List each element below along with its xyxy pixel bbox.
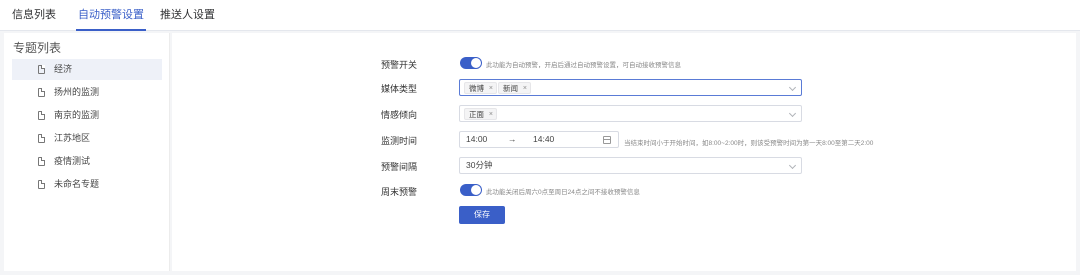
interval-select[interactable]: 30分钟 <box>459 157 802 174</box>
sidebar-item-label: 未命名专题 <box>54 179 100 189</box>
time-end: 14:40 <box>533 134 555 144</box>
time-separator: → <box>508 134 517 144</box>
tab-bar: 信息列表 自动预警设置 推送人设置 <box>0 0 1080 31</box>
topic-sidebar: 专题列表 经济 扬州的监测 南京的监测 江苏地区 疫情测试 未命名专题 <box>4 33 170 271</box>
active-tab-indicator <box>76 29 146 31</box>
weekend-alert-toggle[interactable] <box>460 184 482 196</box>
sidebar-item-untitled[interactable]: 未命名专题 <box>12 174 162 195</box>
sidebar-item-label: 经济 <box>54 64 73 74</box>
tab-label: 自动预警设置 <box>78 9 144 21</box>
sidebar-title: 专题列表 <box>13 41 62 55</box>
media-type-select[interactable]: 微博 × 新闻 × <box>459 79 802 96</box>
chevron-down-icon <box>788 161 797 170</box>
sentiment-select[interactable]: 正面 × <box>459 105 802 122</box>
sidebar-item-epidemic-test[interactable]: 疫情测试 <box>12 151 162 172</box>
calendar-icon <box>603 136 611 144</box>
tag-text: 正面 <box>469 110 484 119</box>
document-icon <box>38 88 45 97</box>
close-icon[interactable]: × <box>523 83 527 95</box>
switch-knob <box>471 58 481 68</box>
sidebar-item-label: 扬州的监测 <box>54 87 100 97</box>
weekend-alert-hint: 此功能关闭后周六0点至周日24点之间不接收预警信息 <box>486 189 640 196</box>
tag-text: 微博 <box>469 84 484 93</box>
sidebar-item-label: 江苏地区 <box>54 133 91 143</box>
monitor-time-hint: 当结束时间小于开始时间，如8:00~2:00时，则该受预警时间为第一天8:00至… <box>624 140 874 147</box>
sentiment-label: 情感倾向 <box>380 110 417 120</box>
monitor-time-range[interactable]: 14:00 → 14:40 <box>459 131 619 148</box>
tab-push-recipient-settings[interactable]: 推送人设置 <box>160 0 215 31</box>
tab-label: 信息列表 <box>12 9 56 21</box>
time-start: 14:00 <box>466 134 488 144</box>
document-icon <box>38 65 45 74</box>
sidebar-item-label: 南京的监测 <box>54 110 100 120</box>
alert-switch-hint: 此功能为自动预警，开启后通过自动预警设置，可自动接收预警信息 <box>486 62 681 69</box>
document-icon <box>38 111 45 120</box>
document-icon <box>38 157 45 166</box>
media-tag-weibo: 微博 × <box>464 82 497 94</box>
tag-text: 新闻 <box>503 84 518 93</box>
alert-switch-label: 预警开关 <box>380 60 417 70</box>
close-icon[interactable]: × <box>489 109 493 121</box>
save-button[interactable]: 保存 <box>459 206 505 224</box>
document-icon <box>38 180 45 189</box>
close-icon[interactable]: × <box>489 83 493 95</box>
sidebar-item-nanjing[interactable]: 南京的监测 <box>12 105 162 126</box>
document-icon <box>38 134 45 143</box>
media-type-label: 媒体类型 <box>380 84 417 94</box>
sidebar-item-jiangsu[interactable]: 江苏地区 <box>12 128 162 149</box>
alert-settings-form: 预警开关 此功能为自动预警，开启后通过自动预警设置，可自动接收预警信息 媒体类型… <box>172 33 1076 271</box>
media-tag-news: 新闻 × <box>498 82 531 94</box>
tab-auto-alert-settings[interactable]: 自动预警设置 <box>76 0 146 31</box>
sidebar-item-yangzhou[interactable]: 扬州的监测 <box>12 82 162 103</box>
sidebar-item-economy[interactable]: 经济 <box>12 59 162 80</box>
app-frame: 信息列表 自动预警设置 推送人设置 专题列表 经济 扬州的监测 南京的监测 江苏… <box>0 0 1080 275</box>
sentiment-tag-positive: 正面 × <box>464 108 497 120</box>
chevron-down-icon <box>788 83 797 92</box>
tab-label: 推送人设置 <box>160 9 215 21</box>
monitor-time-label: 监测时间 <box>380 136 417 146</box>
chevron-down-icon <box>788 109 797 118</box>
sidebar-item-label: 疫情测试 <box>54 156 91 166</box>
switch-knob <box>471 185 481 195</box>
weekend-alert-label: 周末预警 <box>380 187 417 197</box>
alert-switch-toggle[interactable] <box>460 57 482 69</box>
interval-label: 预警间隔 <box>380 162 417 172</box>
tab-info-list[interactable]: 信息列表 <box>12 0 56 31</box>
interval-value: 30分钟 <box>466 160 493 170</box>
